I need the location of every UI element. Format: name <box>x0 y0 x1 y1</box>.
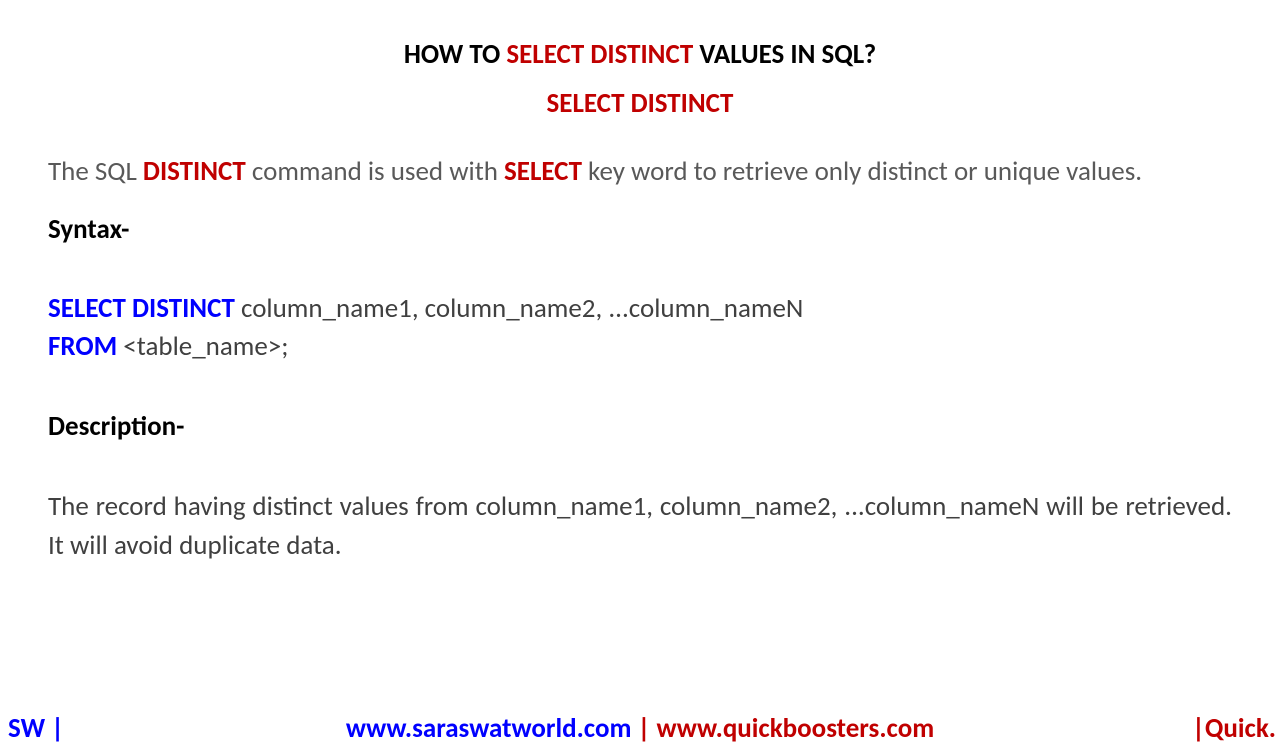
syntax-keyword-select-distinct: SELECT DISTINCT <box>48 292 235 325</box>
description-text: The record having distinct values from c… <box>48 487 1232 565</box>
intro-text-1: The SQL <box>48 155 143 188</box>
intro-keyword-select: SELECT <box>504 155 582 188</box>
intro-text-3: key word to retrieve only distinct or un… <box>582 155 1142 188</box>
footer-center: www.saraswatworld.com | www.quickbooster… <box>0 712 1280 745</box>
footer-link-saraswatworld[interactable]: www.saraswatworld.com <box>346 712 632 745</box>
syntax-line-1: SELECT DISTINCT column_name1, column_nam… <box>48 290 1232 328</box>
footer-link-quickboosters[interactable]: www.quickboosters.com <box>657 712 935 745</box>
intro-text-2: command is used with <box>246 155 504 188</box>
syntax-keyword-from: FROM <box>48 330 117 363</box>
footer-separator: | <box>631 712 656 745</box>
syntax-line-2: FROM <table_name>; <box>48 328 1232 366</box>
intro-paragraph: The SQL DISTINCT command is used with SE… <box>48 152 1232 191</box>
page-subtitle: SELECT DISTINCT <box>48 87 1232 120</box>
title-highlight: SELECT DISTINCT <box>506 38 693 71</box>
syntax-label: Syntax- <box>48 213 1232 246</box>
slide-content: HOW TO SELECT DISTINCT VALUES IN SQL? SE… <box>0 0 1280 565</box>
syntax-line1-rest: column_name1, column_name2, ...column_na… <box>235 292 803 325</box>
intro-keyword-distinct: DISTINCT <box>143 155 246 188</box>
title-post: VALUES IN SQL? <box>693 38 876 71</box>
footer-right: |Quick. <box>1192 712 1276 745</box>
description-label: Description- <box>48 410 1232 443</box>
syntax-block: SELECT DISTINCT column_name1, column_nam… <box>48 290 1232 366</box>
page-title: HOW TO SELECT DISTINCT VALUES IN SQL? <box>48 38 1232 71</box>
syntax-line2-rest: <table_name>; <box>117 330 288 363</box>
title-pre: HOW TO <box>404 38 507 71</box>
